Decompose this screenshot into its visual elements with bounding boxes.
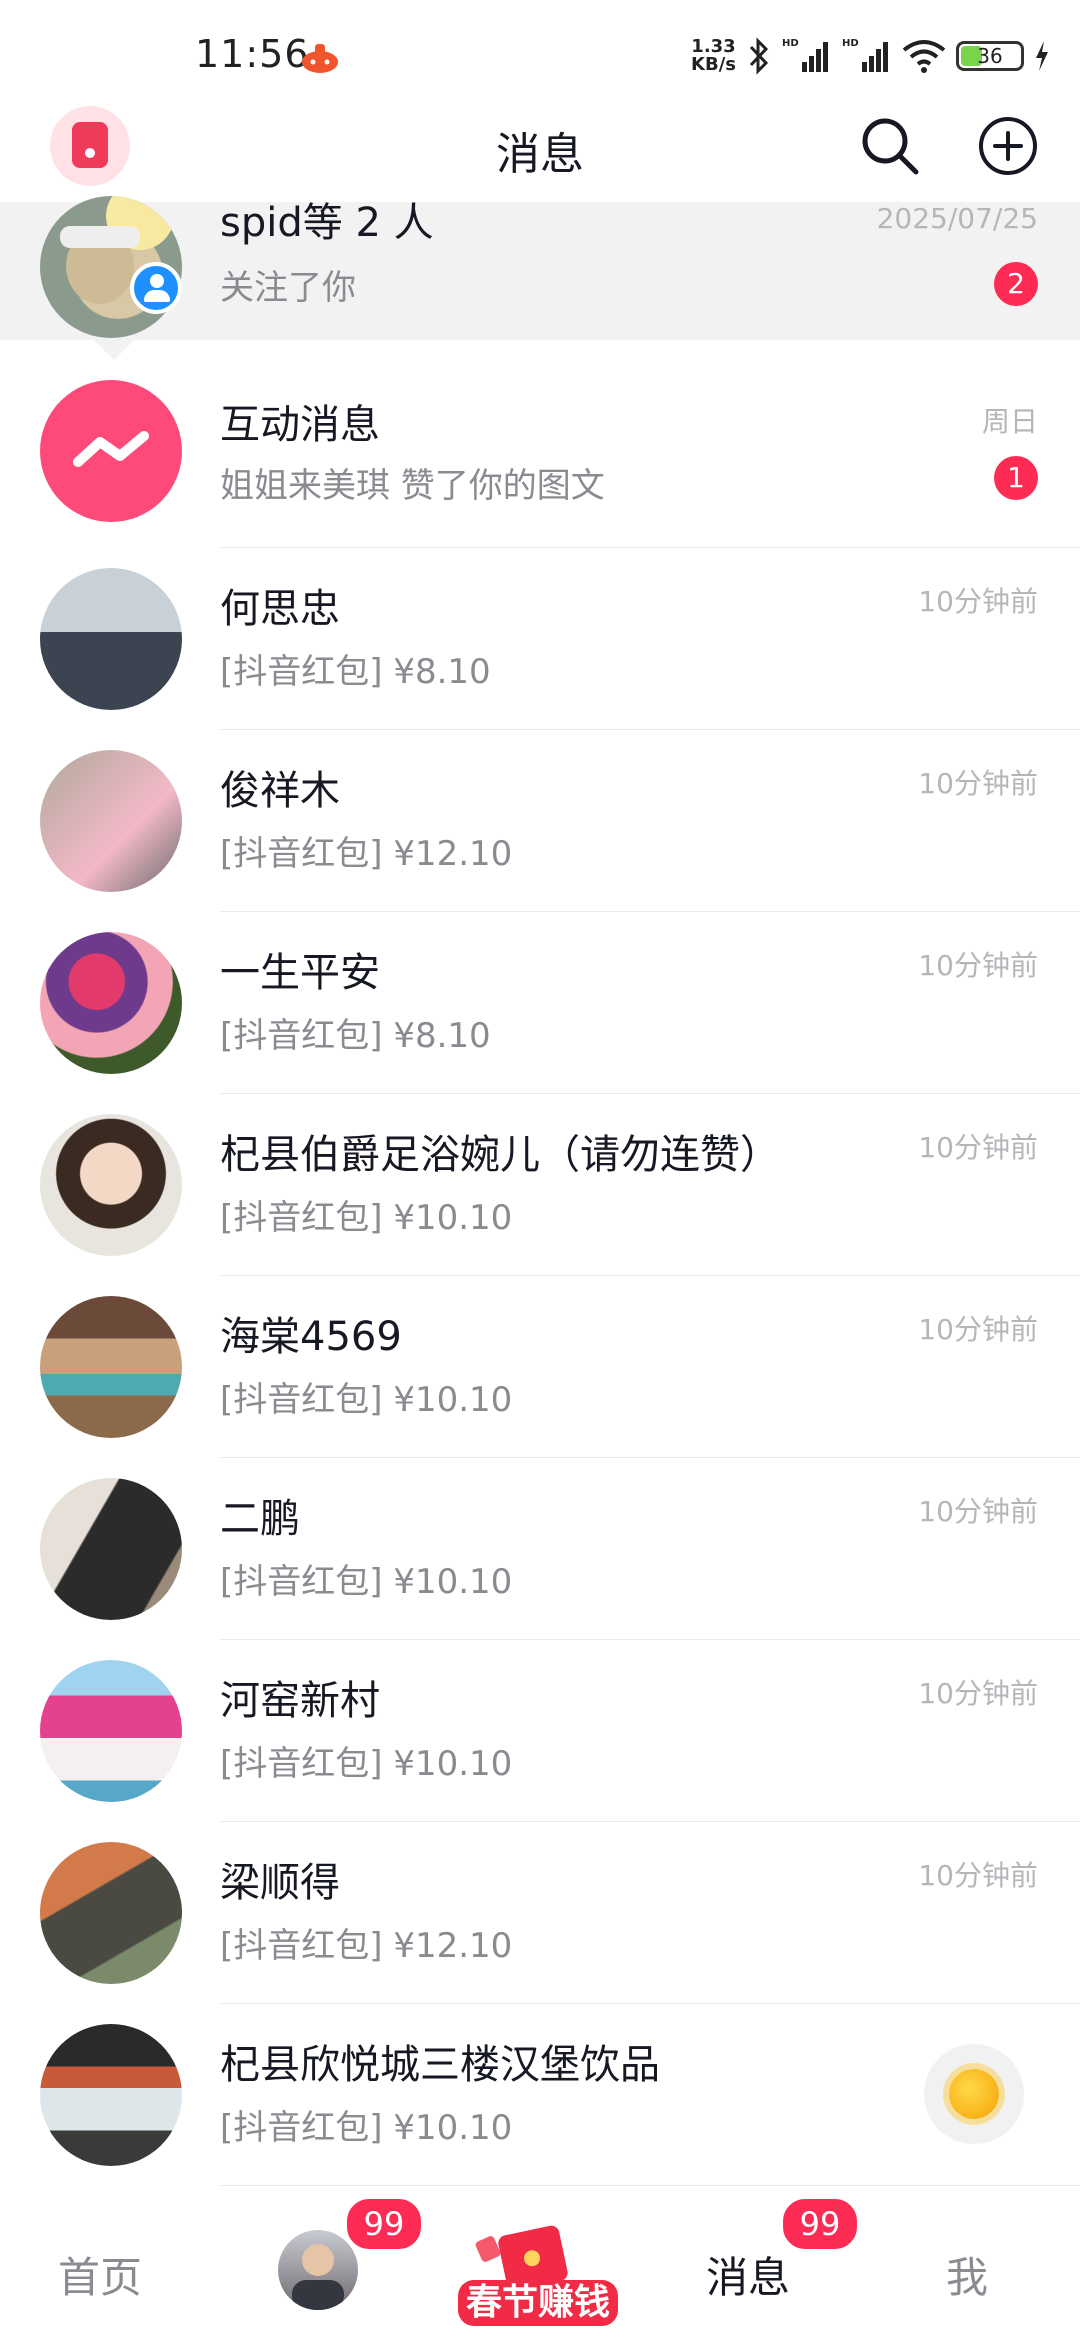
conversation-name: 杞县伯爵足浴婉儿（请勿连赞） bbox=[220, 1132, 780, 1178]
conversation-name: 河窑新村 bbox=[220, 1678, 380, 1724]
conversation-time: 10分钟前 bbox=[918, 1495, 1038, 1528]
wifi-icon bbox=[902, 40, 946, 73]
interaction-icon bbox=[40, 380, 182, 522]
conversation-preview: [抖音红包] ¥10.10 bbox=[220, 1562, 513, 1602]
sun-icon bbox=[949, 2069, 999, 2119]
list-item[interactable]: 杞县伯爵足浴婉儿（请勿连赞） [抖音红包] ¥10.10 10分钟前 bbox=[0, 1094, 1080, 1276]
svg-text:HD: HD bbox=[782, 38, 799, 49]
conversation-preview: [抖音红包] ¥12.10 bbox=[220, 1926, 513, 1966]
battery-level: 36 bbox=[977, 44, 1003, 68]
list-item[interactable]: 海棠4569 [抖音红包] ¥10.10 10分钟前 bbox=[0, 1276, 1080, 1458]
list-item[interactable]: 梁顺得 [抖音红包] ¥12.10 10分钟前 bbox=[0, 1822, 1080, 2004]
avatar bbox=[40, 568, 182, 710]
list-item[interactable]: 杞县欣悦城三楼汉堡饮品 [抖音红包] ¥10.10 bbox=[0, 2004, 1080, 2186]
app-notification-icon bbox=[302, 44, 338, 73]
message-list: spid等 2 人 关注了你 2025/07/25 2 互动消息 姐姐来美琪 赞… bbox=[0, 196, 1080, 2186]
status-time: 11:56 bbox=[195, 32, 310, 76]
messages-badge: 99 bbox=[780, 2196, 860, 2252]
bluetooth-icon bbox=[749, 37, 769, 75]
conversation-time: 10分钟前 bbox=[918, 1859, 1038, 1892]
battery-icon: 36 bbox=[956, 41, 1024, 71]
signal-icon: HD bbox=[842, 38, 888, 72]
nav-spring-earn[interactable]: 春节赚钱 bbox=[458, 2224, 618, 2330]
floating-sun-button[interactable] bbox=[924, 2044, 1024, 2144]
signal-icon: HD bbox=[782, 38, 828, 72]
charging-icon bbox=[1036, 41, 1048, 71]
conversation-time: 10分钟前 bbox=[918, 1313, 1038, 1346]
plus-circle-icon[interactable] bbox=[976, 114, 1040, 178]
nav-messages[interactable]: 消息 bbox=[706, 2244, 790, 2305]
avatar bbox=[40, 1114, 182, 1256]
conversation-preview: [抖音红包] ¥10.10 bbox=[220, 1380, 513, 1420]
conversation-preview: [抖音红包] ¥8.10 bbox=[220, 1016, 491, 1056]
conversation-preview: [抖音红包] ¥8.10 bbox=[220, 652, 491, 692]
conversation-time: 周日 bbox=[981, 405, 1038, 438]
bottom-nav: 首页 99 春节赚钱 消息 99 我 bbox=[0, 2196, 1080, 2340]
conversation-preview: [抖音红包] ¥12.10 bbox=[220, 834, 513, 874]
red-packet-icon bbox=[474, 2234, 502, 2264]
nav-center-label: 春节赚钱 bbox=[458, 2280, 618, 2326]
conversation-name: spid等 2 人 bbox=[220, 200, 434, 246]
unread-badge: 2 bbox=[994, 262, 1038, 306]
conversation-time: 10分钟前 bbox=[918, 949, 1038, 982]
top-header: 消息 bbox=[0, 100, 1080, 200]
conversation-name: 俊祥木 bbox=[220, 768, 340, 814]
list-item-interactions[interactable]: 互动消息 姐姐来美琪 赞了你的图文 周日 1 bbox=[0, 340, 1080, 548]
follow-user-icon bbox=[130, 262, 182, 314]
avatar bbox=[40, 1478, 182, 1620]
list-item-new-followers[interactable]: spid等 2 人 关注了你 2025/07/25 2 bbox=[0, 196, 1080, 340]
list-item[interactable]: 一生平安 [抖音红包] ¥8.10 10分钟前 bbox=[0, 912, 1080, 1094]
list-item[interactable]: 河窑新村 [抖音红包] ¥10.10 10分钟前 bbox=[0, 1640, 1080, 1822]
avatar bbox=[40, 2024, 182, 2166]
avatar bbox=[40, 1296, 182, 1438]
conversation-time: 10分钟前 bbox=[918, 1131, 1038, 1164]
divider bbox=[220, 2185, 1080, 2186]
conversation-preview: [抖音红包] ¥10.10 bbox=[220, 1198, 513, 1238]
net-speed-unit: KB/s bbox=[691, 54, 736, 75]
nav-friends-avatar[interactable] bbox=[278, 2230, 358, 2310]
conversation-name: 二鹏 bbox=[220, 1496, 300, 1542]
conversation-preview: [抖音红包] ¥10.10 bbox=[220, 1744, 513, 1784]
net-speed: 1.33 KB/s bbox=[691, 38, 736, 74]
status-bar: 11:56 1.33 KB/s HD HD 36 bbox=[0, 0, 1080, 110]
conversation-preview: [抖音红包] ¥10.10 bbox=[220, 2108, 513, 2148]
conversation-time: 10分钟前 bbox=[918, 767, 1038, 800]
avatar bbox=[40, 1660, 182, 1802]
conversation-preview: 关注了你 bbox=[220, 268, 356, 308]
conversation-time: 2025/07/25 bbox=[876, 202, 1038, 235]
list-item[interactable]: 俊祥木 [抖音红包] ¥12.10 10分钟前 bbox=[0, 730, 1080, 912]
search-icon[interactable] bbox=[858, 114, 922, 178]
conversation-name: 何思忠 bbox=[220, 586, 340, 632]
avatar bbox=[40, 1842, 182, 1984]
conversation-name: 梁顺得 bbox=[220, 1860, 340, 1906]
list-item[interactable]: 二鹏 [抖音红包] ¥10.10 10分钟前 bbox=[0, 1458, 1080, 1640]
conversation-name: 杞县欣悦城三楼汉堡饮品 bbox=[220, 2042, 660, 2088]
unread-badge: 1 bbox=[994, 456, 1038, 500]
conversation-preview: 姐姐来美琪 赞了你的图文 bbox=[220, 466, 605, 506]
conversation-time: 10分钟前 bbox=[918, 585, 1038, 618]
nav-me[interactable]: 我 bbox=[946, 2244, 988, 2305]
avatar bbox=[40, 750, 182, 892]
avatar bbox=[40, 932, 182, 1074]
svg-text:HD: HD bbox=[842, 38, 859, 49]
nav-home[interactable]: 首页 bbox=[58, 2244, 142, 2305]
conversation-name: 一生平安 bbox=[220, 950, 380, 996]
friends-badge: 99 bbox=[344, 2196, 424, 2252]
conversation-name: 互动消息 bbox=[220, 402, 380, 448]
conversation-time: 10分钟前 bbox=[918, 1677, 1038, 1710]
list-item[interactable]: 何思忠 [抖音红包] ¥8.10 10分钟前 bbox=[0, 548, 1080, 730]
conversation-name: 海棠4569 bbox=[220, 1314, 402, 1360]
